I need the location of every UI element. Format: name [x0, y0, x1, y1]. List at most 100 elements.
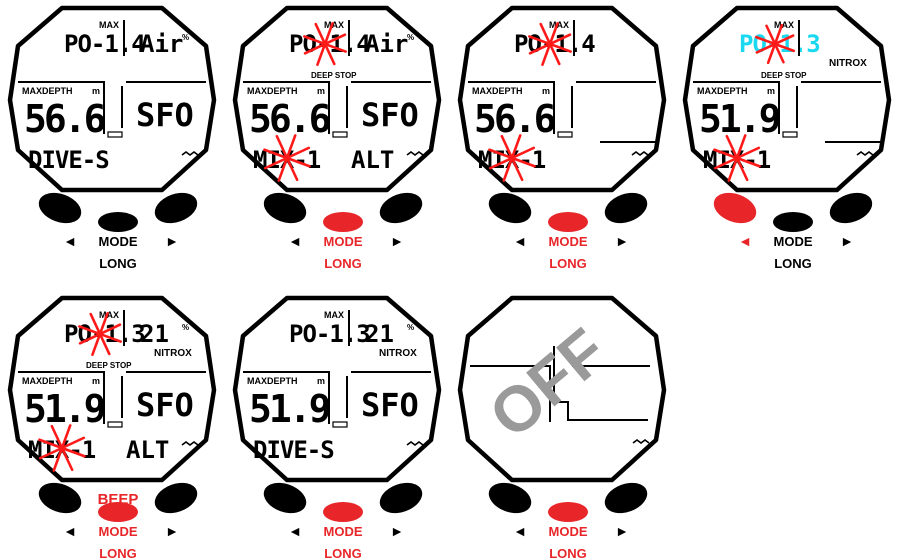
maxdepth-label: MAXDEPTH: [22, 376, 73, 386]
left-button[interactable]: [710, 187, 761, 228]
percent-sign: %: [182, 33, 189, 42]
left-arrow-icon: ◄: [288, 523, 302, 539]
nitrox-label: NITROX: [829, 58, 867, 69]
maxdepth-label: MAXDEPTH: [472, 86, 523, 96]
right-arrow-icon: ►: [615, 523, 629, 539]
deep-stop-label: DEEP STOP: [86, 361, 132, 370]
depth-value: 56.6: [474, 97, 555, 141]
deep-stop-label: DEEP STOP: [761, 71, 807, 80]
mode-button[interactable]: [548, 212, 588, 232]
long-label: LONG: [99, 256, 137, 271]
left-button[interactable]: [35, 477, 86, 518]
right-button[interactable]: [601, 187, 652, 228]
alt-value: ALT: [351, 146, 394, 174]
percent-sign: %: [407, 33, 414, 42]
depth-value: 51.9: [24, 387, 105, 431]
right-arrow-icon: ►: [615, 233, 629, 249]
right-button[interactable]: [376, 477, 427, 518]
unit-label: m: [317, 86, 325, 96]
max-label: MAX: [99, 310, 119, 320]
beep-label: BEEP: [98, 491, 139, 508]
mode-label: MODE: [549, 234, 588, 249]
gas-value: Air: [365, 30, 408, 58]
depth-value: 51.9: [699, 97, 780, 141]
long-label: LONG: [324, 546, 362, 560]
left-arrow-icon: ◄: [513, 523, 527, 539]
left-button[interactable]: [485, 187, 536, 228]
sfo-value: SFO: [361, 96, 419, 134]
mode-button[interactable]: [323, 212, 363, 232]
max-label: MAX: [549, 20, 569, 30]
left-arrow-icon: ◄: [63, 233, 77, 249]
unit-label: m: [542, 86, 550, 96]
mode-label: MODE: [324, 524, 363, 539]
right-button[interactable]: [376, 187, 427, 228]
long-label: LONG: [99, 546, 137, 560]
mode-label: MODE: [99, 234, 138, 249]
watch-panel: MAXPO-1.321 %NITROXDEEP STOPMAXDEPTH m51.9…: [7, 295, 217, 560]
max-label: MAX: [99, 20, 119, 30]
max-label: MAX: [324, 310, 344, 320]
nitrox-label: NITROX: [154, 348, 192, 359]
right-arrow-icon: ►: [165, 523, 179, 539]
left-button[interactable]: [260, 187, 311, 228]
left-button[interactable]: [260, 477, 311, 518]
left-arrow-icon: ◄: [288, 233, 302, 249]
mode-button[interactable]: [323, 502, 363, 522]
gas-value: 21: [365, 320, 394, 348]
mode-button[interactable]: [548, 502, 588, 522]
maxdepth-label: MAXDEPTH: [22, 86, 73, 96]
unit-label: m: [92, 376, 100, 386]
maxdepth-label: MAXDEPTH: [247, 376, 298, 386]
percent-sign: %: [182, 323, 189, 332]
right-arrow-icon: ►: [390, 233, 404, 249]
watch-panel: MAXPO-1.4Air%DEEP STOPMAXDEPTHm56.6SFOMI…: [232, 5, 442, 271]
mode-value: DIVE-S: [28, 146, 109, 174]
left-arrow-icon: ◄: [513, 233, 527, 249]
maxdepth-label: MAXDEPTH: [247, 86, 298, 96]
left-arrow-icon: ◄: [738, 233, 752, 249]
mode-label: MODE: [549, 524, 588, 539]
unit-label: m: [92, 86, 100, 96]
watch-panel: MAXPO-1.4Air% MAXDEPTH m56.6 SFO DIVE-S ◄ MODE…: [7, 5, 217, 271]
mode-label: MODE: [99, 524, 138, 539]
mode-value: DIVE-S: [253, 436, 334, 464]
mode-label: MODE: [774, 234, 813, 249]
long-label: LONG: [549, 546, 587, 560]
sfo-value: SFO: [136, 96, 194, 134]
right-button[interactable]: [601, 477, 652, 518]
mode-button[interactable]: [773, 212, 813, 232]
sfo-value: SFO: [361, 386, 419, 424]
percent-sign: %: [407, 323, 414, 332]
watch-panel: MAXPO-1.4MAXDEPTHm56.6MIX-1◄MODE►LONG: [457, 5, 667, 271]
depth-value: 51.9: [249, 387, 330, 431]
gas-value: Air: [140, 30, 183, 58]
deep-stop-label: DEEP STOP: [311, 71, 357, 80]
left-button[interactable]: [35, 187, 86, 228]
unit-label: m: [317, 376, 325, 386]
left-button[interactable]: [485, 477, 536, 518]
long-label: LONG: [774, 256, 812, 271]
long-label: LONG: [324, 256, 362, 271]
mode-button[interactable]: [98, 212, 138, 232]
gas-value: 21: [140, 320, 169, 348]
maxdepth-label: MAXDEPTH: [697, 86, 748, 96]
depth-value: 56.6: [24, 97, 105, 141]
left-arrow-icon: ◄: [63, 523, 77, 539]
depth-value: 56.6: [249, 97, 330, 141]
watch-panel: OFF◄ MODE ►LONG: [457, 295, 667, 560]
sfo-value: SFO: [136, 386, 194, 424]
mode-label: MODE: [324, 234, 363, 249]
max-label: MAX: [324, 20, 344, 30]
nitrox-label: NITROX: [379, 348, 417, 359]
po-value: PO-1.4: [64, 30, 145, 58]
watch-panel: MAXPO-1.3NITROXDEEP STOPMAXDEPTHm51.9MIX…: [682, 5, 892, 271]
right-button[interactable]: [151, 477, 202, 518]
right-button[interactable]: [826, 187, 877, 228]
right-button[interactable]: [151, 187, 202, 228]
po-value: PO-1.3: [289, 320, 370, 348]
right-arrow-icon: ►: [840, 233, 854, 249]
alt-value: ALT: [126, 436, 169, 464]
watch-panel: MAXPO-1.321 % NITROX MAXDEPTH m51.9 SFO DIVE-S…: [232, 295, 442, 560]
right-arrow-icon: ►: [165, 233, 179, 249]
